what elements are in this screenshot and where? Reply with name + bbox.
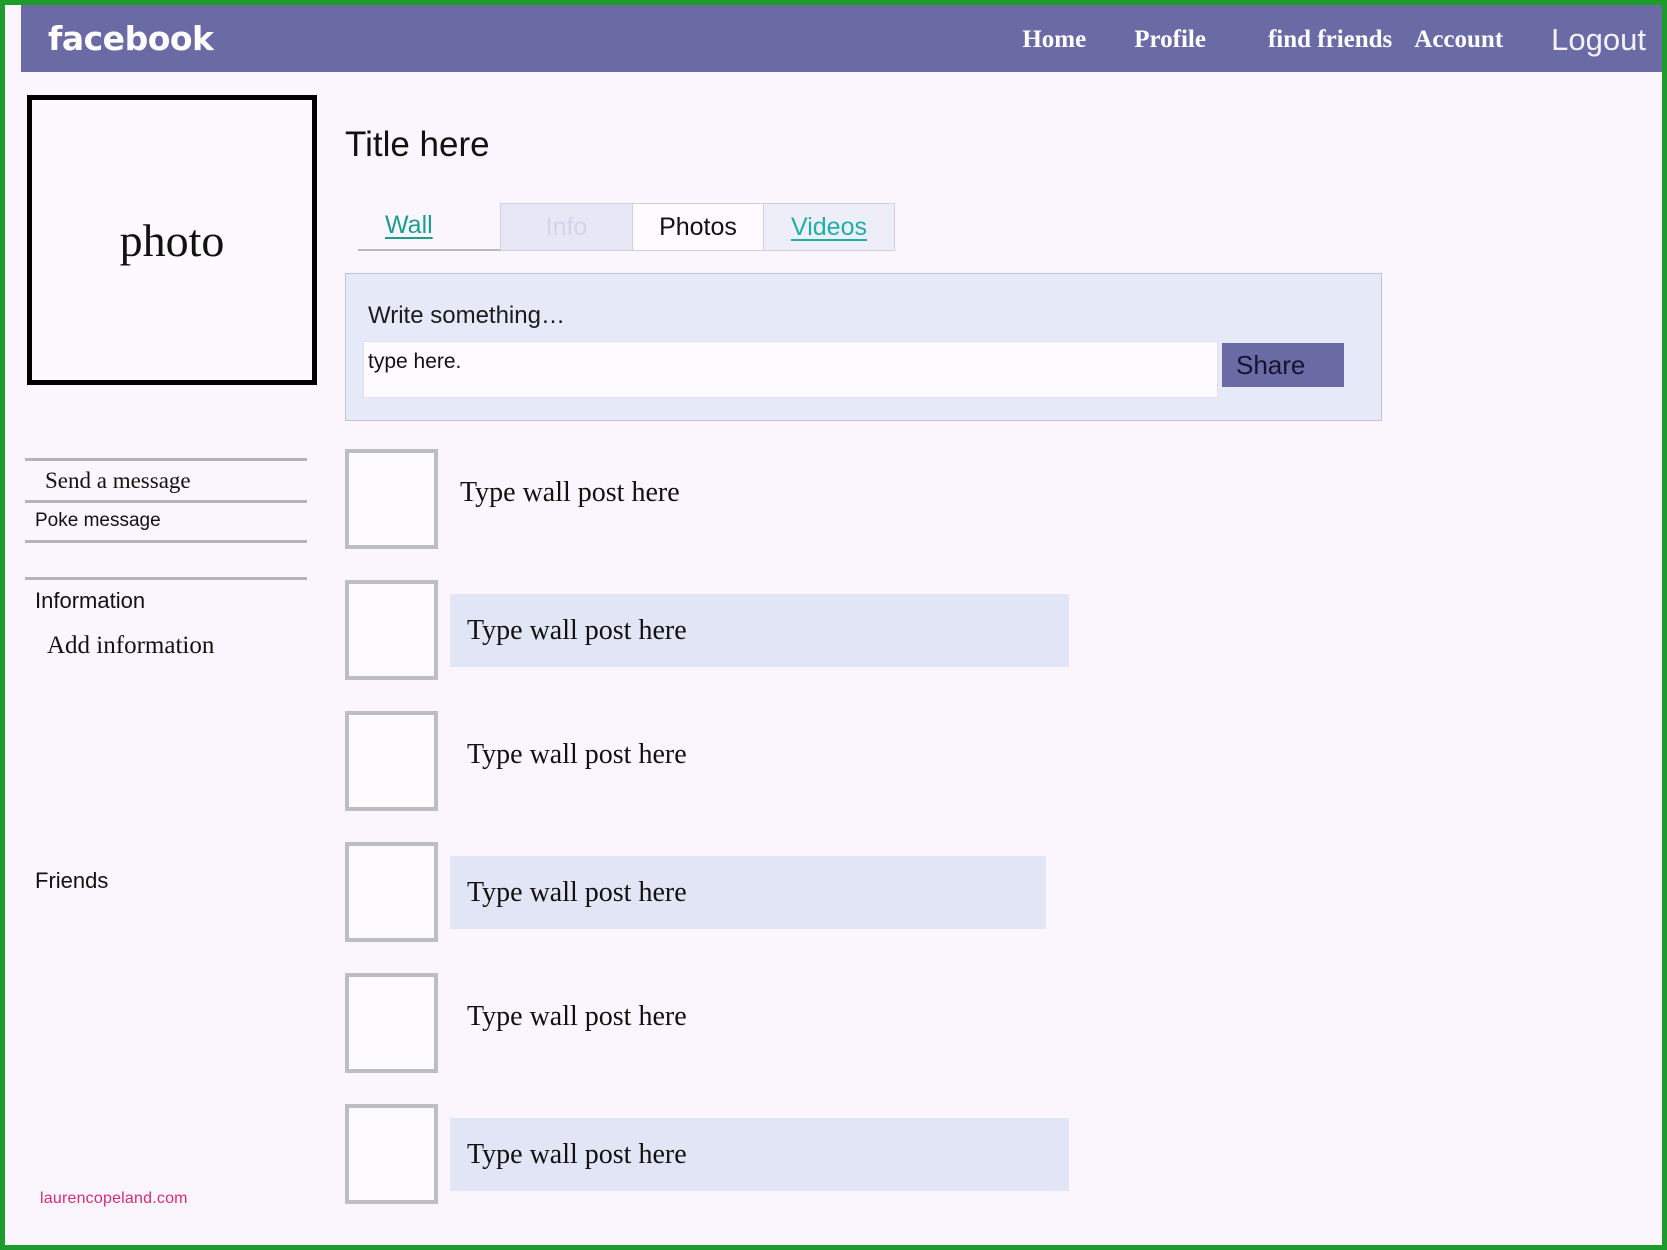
nav-item-logout[interactable]: Logout <box>1551 22 1646 58</box>
wall-post-item[interactable]: Type wall post here <box>345 973 1645 1086</box>
post-text: Type wall post here <box>467 614 687 646</box>
sidebar-item-poke-message[interactable]: Poke message <box>23 503 323 540</box>
watermark: laurencopeland.com <box>40 1190 188 1207</box>
wall-post-item[interactable]: Type wall post here <box>345 711 1645 824</box>
facebook-logo[interactable]: facebook <box>48 19 214 58</box>
composer-prompt: Write something… <box>368 302 565 329</box>
sidebar-heading-information: Information <box>35 588 146 613</box>
wall-post-list: Type wall post here Type wall post here … <box>345 449 1645 1217</box>
tab-videos[interactable]: Videos <box>764 204 894 250</box>
sidebar-item-add-information[interactable]: Add information <box>23 614 323 660</box>
profile-tabs: Wall Info Photos Videos <box>345 203 1645 251</box>
wall-post-item[interactable]: Type wall post here <box>345 842 1645 955</box>
post-body: Type wall post here <box>450 842 1046 942</box>
sidebar-heading-friends: Friends <box>35 868 109 893</box>
post-highlight-bar: Type wall post here <box>450 1118 1069 1191</box>
post-highlight-bar: Type wall post here <box>450 856 1046 929</box>
nav-item-find-friends[interactable]: find friends <box>1268 26 1392 54</box>
sidebar-divider-3 <box>25 540 307 543</box>
post-text: Type wall post here <box>467 739 687 770</box>
share-button[interactable]: Share <box>1222 343 1344 387</box>
post-body: Type wall post here <box>450 973 1645 1073</box>
post-body: Type wall post here <box>450 449 1645 549</box>
composer-input-value: type here. <box>368 350 462 373</box>
profile-photo-label: photo <box>119 214 225 266</box>
left-sidebar: photo Send a message Poke message Inform… <box>23 95 323 894</box>
top-navigation-bar: facebook Home Profile find friends Accou… <box>21 5 1662 72</box>
tab-group: Info Photos Videos <box>500 203 895 251</box>
post-thumbnail[interactable] <box>345 973 438 1073</box>
post-text: Type wall post here <box>460 477 680 508</box>
post-text: Type wall post here <box>467 1001 687 1032</box>
post-thumbnail[interactable] <box>345 1104 438 1204</box>
page-frame: facebook Home Profile find friends Accou… <box>0 0 1667 1250</box>
wall-post-item[interactable]: Type wall post here <box>345 1104 1645 1217</box>
profile-photo-placeholder[interactable]: photo <box>27 95 317 385</box>
post-thumbnail[interactable] <box>345 580 438 680</box>
nav-links: Home Profile find friends Account Logout <box>1022 19 1646 58</box>
post-thumbnail[interactable] <box>345 842 438 942</box>
nav-item-home[interactable]: Home <box>1022 26 1086 54</box>
post-text: Type wall post here <box>467 876 687 908</box>
main-column: Title here Wall Info Photos Videos Write… <box>345 95 1645 1235</box>
post-highlight-bar: Type wall post here <box>450 594 1069 667</box>
page-title: Title here <box>345 125 490 164</box>
tab-wall-underline <box>358 249 511 251</box>
wall-post-item[interactable]: Type wall post here <box>345 580 1645 693</box>
tab-photos[interactable]: Photos <box>633 204 764 250</box>
post-body: Type wall post here <box>450 1104 1069 1204</box>
tab-wall[interactable]: Wall <box>385 211 433 240</box>
sidebar-item-send-message[interactable]: Send a message <box>23 461 323 500</box>
nav-item-profile[interactable]: Profile <box>1134 26 1206 54</box>
composer-input[interactable]: type here. <box>363 341 1218 398</box>
wall-post-item[interactable]: Type wall post here <box>345 449 1645 562</box>
post-body: Type wall post here <box>450 580 1069 680</box>
post-body: Type wall post here <box>450 711 1645 811</box>
nav-item-account[interactable]: Account <box>1414 26 1503 54</box>
post-thumbnail[interactable] <box>345 711 438 811</box>
tab-info[interactable]: Info <box>501 204 633 250</box>
status-composer: Write something… type here. Share <box>345 273 1382 421</box>
post-thumbnail[interactable] <box>345 449 438 549</box>
post-text: Type wall post here <box>467 1138 687 1170</box>
